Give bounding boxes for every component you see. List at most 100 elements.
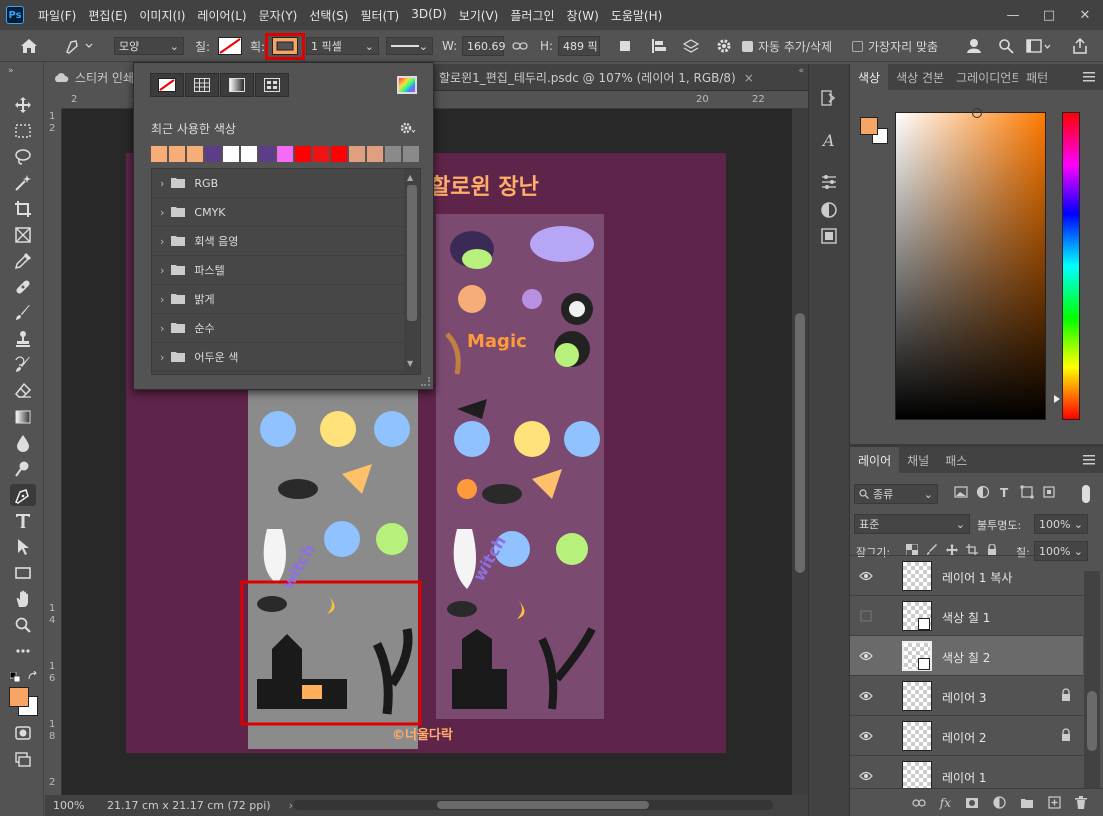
recent-color-swatch[interactable] bbox=[223, 146, 239, 162]
fx-icon[interactable]: fx bbox=[940, 796, 951, 810]
swatch-folder[interactable]: › CMYK bbox=[152, 198, 404, 227]
recent-color-swatch[interactable] bbox=[205, 146, 221, 162]
adjustment-layer-icon[interactable] bbox=[993, 796, 1006, 809]
menu-view[interactable]: 보기(V) bbox=[453, 7, 505, 24]
clone-stamp-icon[interactable] bbox=[10, 328, 36, 350]
recent-color-swatch[interactable] bbox=[403, 146, 419, 162]
menu-type[interactable]: 문자(Y) bbox=[253, 7, 304, 24]
tab-layers[interactable]: 레이어 bbox=[850, 447, 900, 473]
share-icon[interactable] bbox=[1072, 30, 1088, 62]
user-icon[interactable] bbox=[966, 30, 984, 62]
default-colors-icon[interactable] bbox=[10, 672, 20, 682]
crop-tool-icon[interactable] bbox=[10, 198, 36, 220]
panel-menu-icon[interactable] bbox=[1075, 64, 1103, 90]
link-icon[interactable] bbox=[512, 30, 528, 62]
tab-color[interactable]: 색상 bbox=[850, 64, 889, 90]
swatch-folder[interactable]: › 파스텔 bbox=[152, 256, 404, 285]
more-tools-icon[interactable] bbox=[10, 640, 36, 662]
visibility-off-box[interactable] bbox=[858, 608, 874, 624]
layers-scroll-thumb[interactable] bbox=[1087, 691, 1097, 751]
tab-close-icon[interactable]: × bbox=[744, 71, 754, 85]
horizontal-scroll-thumb[interactable] bbox=[437, 801, 649, 809]
swatch-folder[interactable]: › RGB bbox=[152, 169, 404, 198]
layers-scrollbar[interactable] bbox=[1084, 571, 1100, 791]
auto-add-delete-checkbox[interactable] bbox=[742, 40, 753, 52]
move-tool-icon[interactable] bbox=[10, 94, 36, 116]
eyedropper-icon[interactable] bbox=[10, 250, 36, 272]
add-mask-icon[interactable] bbox=[965, 797, 979, 809]
maximize-button[interactable]: □ bbox=[1031, 0, 1067, 30]
pattern-type-button[interactable] bbox=[255, 73, 289, 97]
layer-row[interactable]: 레이어 1 복사 bbox=[850, 555, 1083, 595]
menu-image[interactable]: 이미지(I) bbox=[133, 7, 191, 24]
tab-swatches[interactable]: 색상 견본 bbox=[888, 64, 952, 90]
dodge-tool-icon[interactable] bbox=[10, 458, 36, 480]
blend-mode-select[interactable]: 표준 ⌄ bbox=[854, 514, 970, 534]
document-tab-2[interactable]: 할로윈1_편집_테두리.psdc @ 107% (레이어 1, RGB/8) × bbox=[431, 64, 762, 91]
solid-color-type-button[interactable] bbox=[185, 73, 219, 97]
shape-mode-select[interactable]: 모양 ⌄ bbox=[114, 37, 184, 55]
scroll-down-icon[interactable]: ▼ bbox=[407, 359, 413, 368]
fill-swatch[interactable] bbox=[218, 30, 242, 62]
adjustment-filter-icon[interactable] bbox=[976, 485, 990, 499]
gear-icon[interactable] bbox=[400, 122, 416, 134]
recent-color-swatch[interactable] bbox=[331, 146, 347, 162]
menu-filter[interactable]: 필터(T) bbox=[354, 7, 405, 24]
hue-slider[interactable] bbox=[1062, 112, 1080, 420]
swatch-folder[interactable]: › 순수 bbox=[152, 314, 404, 343]
path-selection-icon[interactable] bbox=[10, 536, 36, 558]
recent-color-swatch[interactable] bbox=[313, 146, 329, 162]
path-operations-icon[interactable] bbox=[618, 30, 634, 62]
gradient-tool-icon[interactable] bbox=[10, 406, 36, 428]
color-picker-marker[interactable] bbox=[972, 108, 982, 118]
tab-patterns[interactable]: 패턴 bbox=[1018, 64, 1056, 90]
minimize-button[interactable]: — bbox=[995, 0, 1031, 30]
layer-row[interactable]: 레이어 1 bbox=[850, 755, 1083, 788]
screen-mode-icon[interactable] bbox=[10, 748, 36, 770]
healing-brush-icon[interactable] bbox=[10, 276, 36, 298]
recent-color-swatch[interactable] bbox=[241, 146, 257, 162]
swatch-folder[interactable]: › 어두운 색 bbox=[152, 343, 404, 372]
collapse-panels-icon[interactable]: « bbox=[798, 66, 804, 76]
gradient-type-button[interactable] bbox=[220, 73, 254, 97]
opacity-input[interactable]: 100% ⌄ bbox=[1034, 514, 1088, 534]
scroll-thumb[interactable] bbox=[795, 313, 805, 573]
recent-color-swatch[interactable] bbox=[295, 146, 311, 162]
type-tool-icon[interactable] bbox=[10, 510, 36, 532]
properties-panel-icon[interactable] bbox=[819, 226, 839, 246]
panel-foreground-swatch[interactable] bbox=[860, 117, 878, 135]
layer-row-selected[interactable]: 색상 칠 2 bbox=[850, 635, 1083, 675]
new-group-icon[interactable] bbox=[1020, 797, 1034, 809]
tab-paths[interactable]: 패스 bbox=[937, 447, 975, 473]
adjustment-circle-icon[interactable] bbox=[819, 200, 839, 220]
search-icon[interactable] bbox=[998, 30, 1014, 62]
home-icon[interactable] bbox=[20, 30, 38, 62]
rectangle-tool-icon[interactable] bbox=[10, 562, 36, 584]
menu-edit[interactable]: 편집(E) bbox=[82, 7, 133, 24]
brush-tool-icon[interactable] bbox=[10, 302, 36, 324]
frame-tool-icon[interactable] bbox=[10, 224, 36, 246]
zoom-tool-icon[interactable] bbox=[10, 614, 36, 636]
close-button[interactable]: ✕ bbox=[1067, 0, 1103, 30]
folder-list-scrollbar[interactable]: ▲ ▼ bbox=[404, 169, 420, 374]
tab-channels[interactable]: 채널 bbox=[899, 447, 937, 473]
eye-icon[interactable] bbox=[858, 768, 874, 784]
recent-color-swatch[interactable] bbox=[367, 146, 383, 162]
link-layers-icon[interactable] bbox=[912, 798, 926, 808]
shape-filter-icon[interactable] bbox=[1020, 485, 1034, 499]
menu-window[interactable]: 창(W) bbox=[561, 7, 605, 24]
magic-wand-icon[interactable] bbox=[10, 172, 36, 194]
history-panel-icon[interactable] bbox=[819, 88, 839, 108]
eye-icon[interactable] bbox=[858, 568, 874, 584]
recent-color-swatch[interactable] bbox=[259, 146, 275, 162]
hand-tool-icon[interactable] bbox=[10, 588, 36, 610]
eraser-tool-icon[interactable] bbox=[10, 380, 36, 402]
stroke-type-select[interactable]: ⌄ bbox=[386, 37, 433, 55]
menu-select[interactable]: 선택(S) bbox=[303, 7, 354, 24]
layer-filter-select[interactable]: 종류 ⌄ bbox=[854, 484, 938, 504]
no-color-type-button[interactable] bbox=[150, 73, 184, 97]
layer-row[interactable]: 색상 칠 1 bbox=[850, 595, 1083, 635]
menu-3d[interactable]: 3D(D) bbox=[405, 7, 452, 24]
vertical-scrollbar[interactable] bbox=[792, 109, 808, 795]
menu-plugins[interactable]: 플러그인 bbox=[504, 7, 560, 24]
